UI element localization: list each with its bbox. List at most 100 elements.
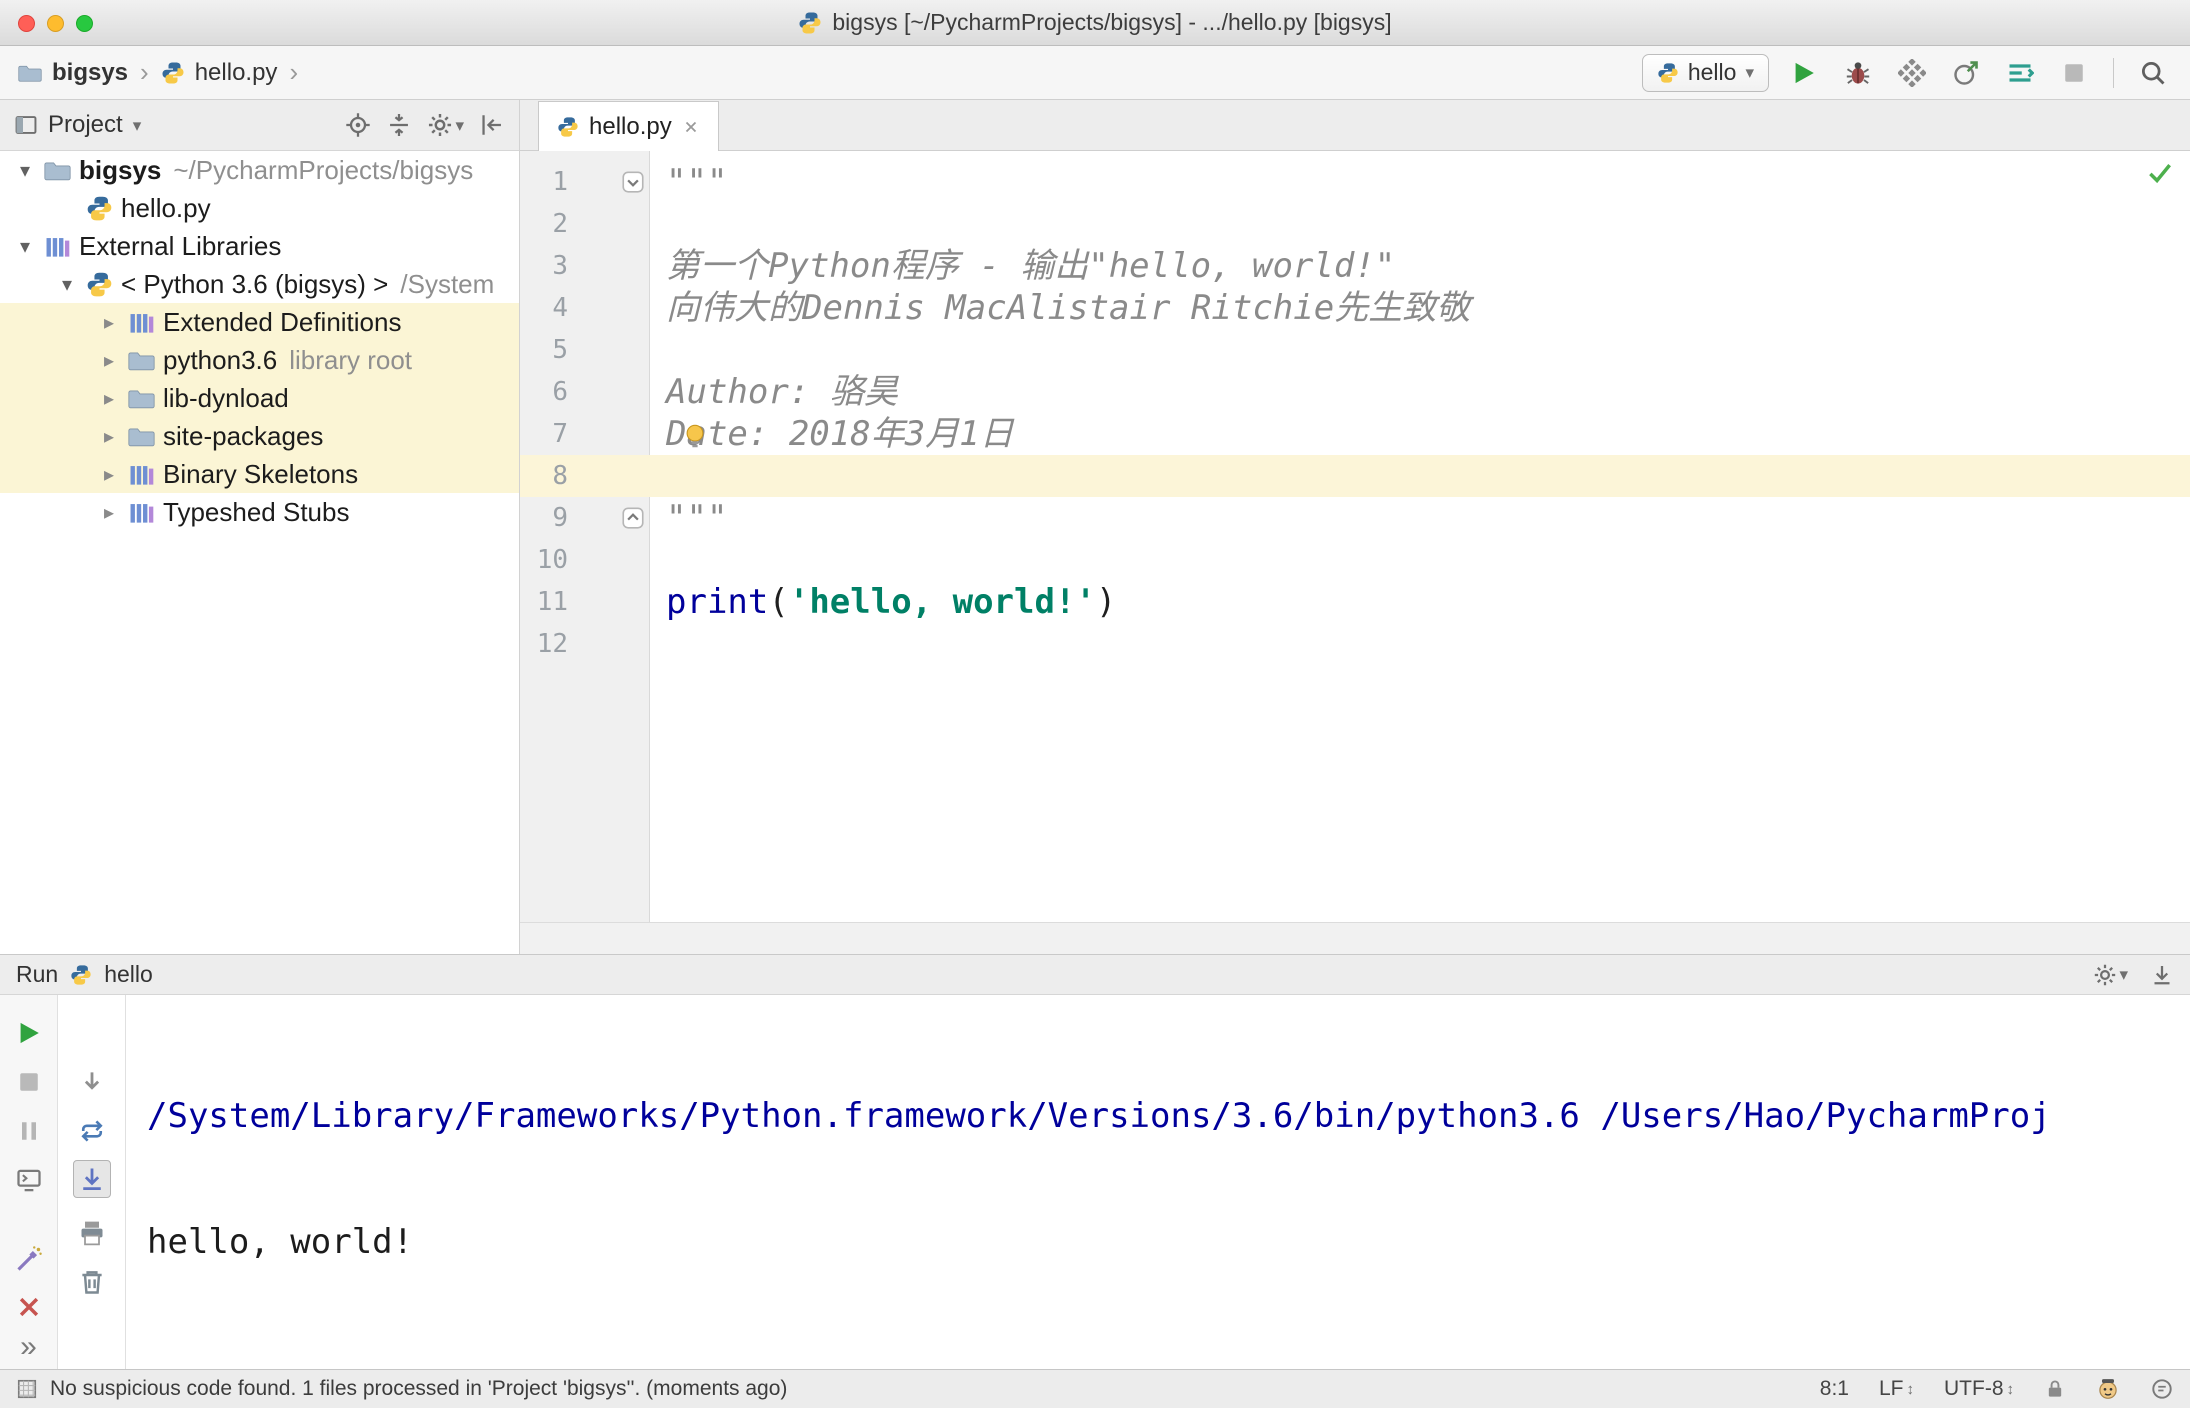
dock-panel-icon[interactable]: [2150, 963, 2174, 987]
code-line[interactable]: 3 第一个Python程序 - 输出"hello, world!": [520, 245, 2190, 287]
library-icon: [128, 499, 155, 526]
zoom-window-button[interactable]: [76, 14, 93, 32]
project-tree: ▾ bigsys ~/PycharmProjects/bigsys hello.…: [0, 151, 519, 531]
line-separator-widget[interactable]: LF ↕: [1879, 1377, 1914, 1401]
code-line[interactable]: 2: [520, 203, 2190, 245]
run-panel-title[interactable]: Run: [16, 961, 58, 988]
library-icon: [44, 233, 71, 260]
locate-file-icon[interactable]: [345, 112, 371, 138]
chevron-down-icon[interactable]: ▾: [133, 117, 142, 134]
scroll-to-end-button[interactable]: [72, 1160, 111, 1198]
breadcrumb-project[interactable]: bigsys: [52, 59, 128, 87]
tree-item-label: Extended Definitions: [163, 306, 402, 337]
tree-item-label: Binary Skeletons: [163, 458, 359, 489]
tree-item-label: < Python 3.6 (bigsys) >: [121, 268, 389, 299]
code-line[interactable]: 12: [520, 623, 2190, 665]
search-everywhere-button[interactable]: [2134, 54, 2172, 92]
run-configuration-select[interactable]: hello ▾: [1641, 53, 1769, 92]
chevron-down-icon[interactable]: ▾: [10, 234, 40, 259]
tree-item-label: python3.6: [163, 344, 278, 375]
run-with-coverage-button[interactable]: [1893, 54, 1931, 92]
tree-item-external-libraries[interactable]: ▾ External Libraries: [0, 227, 519, 265]
pause-output-button[interactable]: [15, 1117, 43, 1145]
attach-debugger-icon[interactable]: [15, 1245, 43, 1273]
restore-layout-button[interactable]: [78, 1117, 106, 1145]
code-line[interactable]: 10: [520, 539, 2190, 581]
code-line[interactable]: 7 Date: 2018年3月1日: [520, 413, 2190, 455]
project-panel-title[interactable]: Project: [48, 111, 123, 139]
chevron-right-icon[interactable]: ▸: [94, 462, 124, 487]
chevron-down-icon[interactable]: ▾: [10, 158, 40, 183]
close-tab-button[interactable]: [15, 1293, 43, 1321]
tree-item-bigsys[interactable]: ▾ bigsys ~/PycharmProjects/bigsys: [0, 151, 519, 189]
pycharm-window: bigsys [~/PycharmProjects/bigsys] - .../…: [0, 0, 2190, 1408]
debug-button[interactable]: [1839, 54, 1877, 92]
tree-item-binary-skeletons[interactable]: ▸ Binary Skeletons: [0, 455, 519, 493]
fold-region-end-icon[interactable]: [620, 505, 646, 531]
encoding-widget[interactable]: UTF-8 ↕: [1944, 1377, 2014, 1401]
tree-item-python36-root[interactable]: ▸ python3.6 library root: [0, 341, 519, 379]
rerun-button[interactable]: [15, 1019, 43, 1047]
run-panel-settings-button[interactable]: ▾: [2093, 963, 2128, 987]
project-panel-header: Project ▾ ▾: [0, 100, 519, 151]
close-window-button[interactable]: [18, 14, 35, 32]
code-editor[interactable]: 1 """ 2 3 第一个Python程序 - 输出"hello, world!…: [520, 151, 2190, 922]
panel-settings-button[interactable]: ▾: [427, 112, 464, 138]
collapse-all-icon[interactable]: [386, 112, 412, 138]
minimize-window-button[interactable]: [47, 14, 64, 32]
library-icon: [128, 461, 155, 488]
code-line[interactable]: 6 Author: 骆昊: [520, 371, 2190, 413]
chevron-right-icon[interactable]: ▸: [94, 424, 124, 449]
chevron-right-icon[interactable]: ▸: [94, 500, 124, 525]
hide-panel-icon[interactable]: [479, 112, 505, 138]
tree-item-note: library root: [289, 344, 413, 375]
code-line[interactable]: 11 print('hello, world!'): [520, 581, 2190, 623]
fold-region-start-icon[interactable]: [620, 169, 646, 195]
chevron-right-icon[interactable]: ▸: [94, 348, 124, 373]
clear-all-button[interactable]: [78, 1268, 106, 1296]
tree-item-extended-definitions[interactable]: ▸ Extended Definitions: [0, 303, 519, 341]
python-file-icon: [86, 195, 113, 222]
print-button[interactable]: [78, 1219, 106, 1247]
chevron-down-icon[interactable]: ▾: [52, 272, 82, 297]
line-number: 4: [552, 293, 568, 323]
concurrency-diagram-button[interactable]: [2001, 54, 2039, 92]
editor-horizontal-scrollbar[interactable]: [520, 922, 2190, 954]
tab-hello-py[interactable]: hello.py: [538, 101, 719, 152]
inspections-ok-icon[interactable]: [2146, 159, 2174, 187]
toolwindow-grid-icon[interactable]: [16, 1378, 38, 1400]
inspections-profile-icon[interactable]: [2096, 1377, 2120, 1401]
chevron-right-icon[interactable]: ▸: [94, 310, 124, 335]
console-line: hello, world!: [147, 1222, 414, 1262]
tree-item-lib-dynload[interactable]: ▸ lib-dynload: [0, 379, 519, 417]
code-line[interactable]: 9 """: [520, 497, 2190, 539]
run-console-output[interactable]: /System/Library/Frameworks/Python.framew…: [147, 1011, 2190, 1369]
run-panel-header: Run hello ▾: [0, 954, 2190, 995]
tree-item-label: bigsys: [79, 154, 162, 185]
lock-icon[interactable]: [2044, 1378, 2066, 1400]
python-icon: [1657, 62, 1679, 84]
breadcrumb-file[interactable]: hello.py: [195, 59, 278, 87]
scroll-down-icon[interactable]: [78, 1068, 106, 1096]
run-button[interactable]: [1785, 54, 1823, 92]
code-line-current[interactable]: 8: [520, 455, 2190, 497]
close-icon[interactable]: [682, 118, 700, 136]
more-actions-button[interactable]: »: [20, 1332, 37, 1362]
chevron-right-icon[interactable]: ▸: [94, 386, 124, 411]
stop-button[interactable]: [2055, 54, 2093, 92]
tree-item-typeshed-stubs[interactable]: ▸ Typeshed Stubs: [0, 493, 519, 531]
caret-position-widget[interactable]: 8:1: [1820, 1377, 1849, 1401]
tree-item-hello-py[interactable]: hello.py: [0, 189, 519, 227]
tree-item-label: site-packages: [163, 420, 324, 451]
line-number: 8: [552, 461, 568, 491]
show-console-button[interactable]: [15, 1166, 43, 1194]
tree-item-python-interpreter[interactable]: ▾ < Python 3.6 (bigsys) > /System: [0, 265, 519, 303]
code-line[interactable]: 1 """: [520, 161, 2190, 203]
tree-item-site-packages[interactable]: ▸ site-packages: [0, 417, 519, 455]
code-line[interactable]: 5: [520, 329, 2190, 371]
event-log-icon[interactable]: [2150, 1377, 2174, 1401]
intention-bulb-icon[interactable]: [680, 421, 710, 451]
code-line[interactable]: 4 向伟大的Dennis MacAlistair Ritchie先生致敬: [520, 287, 2190, 329]
profiler-button[interactable]: [1947, 54, 1985, 92]
stop-button[interactable]: [15, 1068, 43, 1096]
